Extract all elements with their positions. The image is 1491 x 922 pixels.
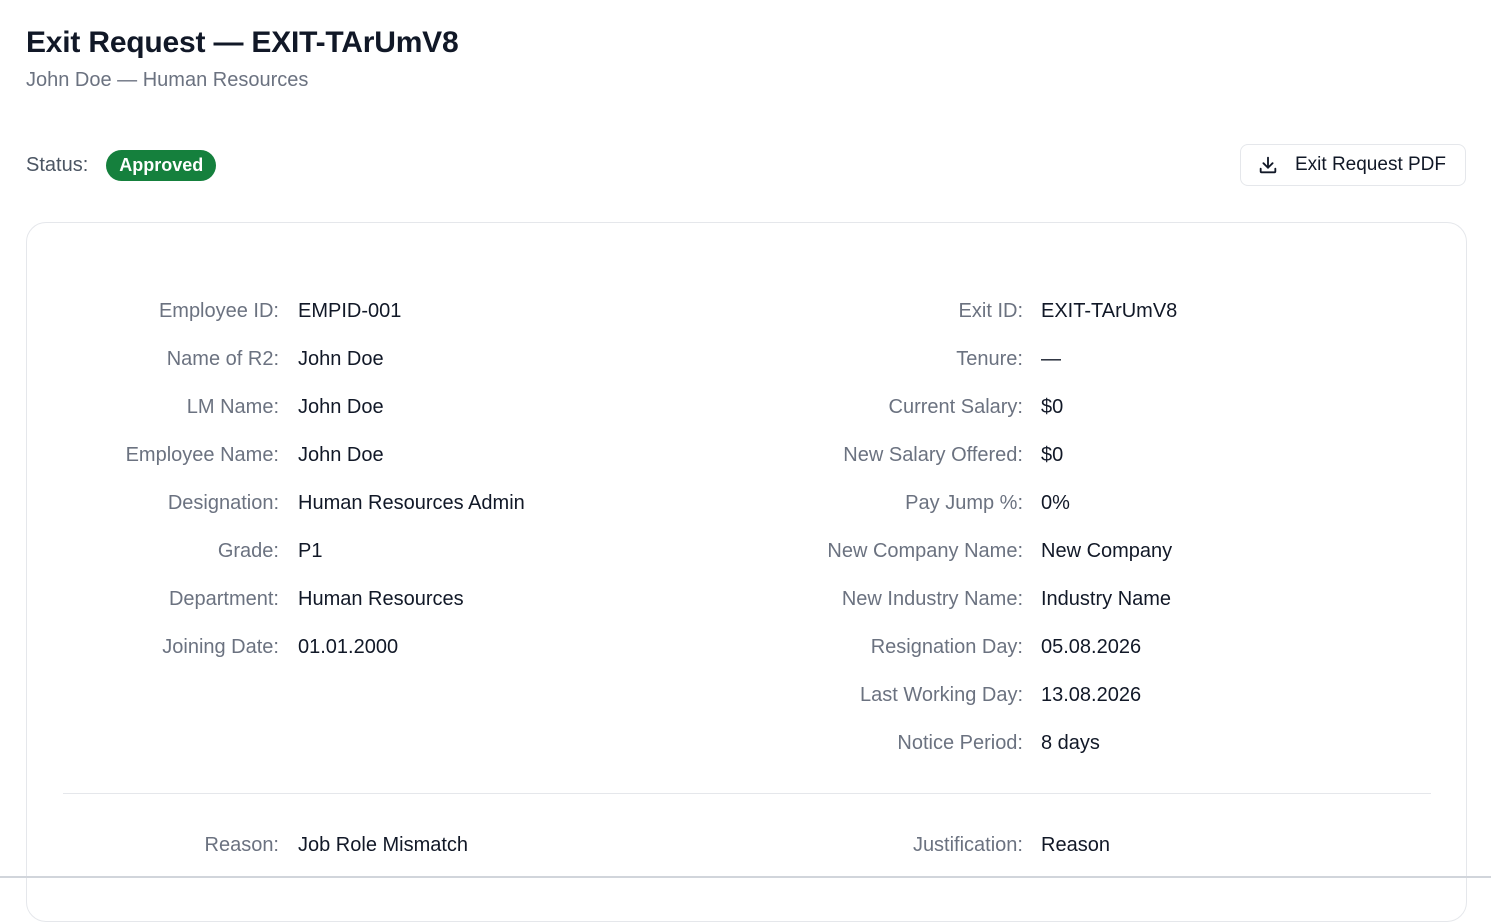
field-exit-id: Exit ID: EXIT-TArUmV8 <box>27 296 1468 326</box>
field-label: Tenure: <box>956 347 1023 370</box>
viewport-bottom-edge <box>0 876 1491 878</box>
field-notice-period: Notice Period: 8 days <box>27 728 1468 758</box>
field-label: Pay Jump %: <box>905 491 1023 514</box>
page-subtitle: John Doe — Human Resources <box>26 69 309 91</box>
field-new-industry-name: New Industry Name: Industry Name <box>27 584 1468 614</box>
field-new-company-name: New Company Name: New Company <box>27 536 1468 566</box>
field-value: 13.08.2026 <box>1041 683 1142 706</box>
status-row: Status: Approved <box>26 149 217 181</box>
field-resignation-day: Resignation Day: 05.08.2026 <box>27 632 1468 662</box>
download-icon <box>1257 154 1279 176</box>
field-label: Justification: <box>912 833 1023 856</box>
field-tenure: Tenure: — <box>27 344 1468 374</box>
status-badge: Approved <box>106 149 217 181</box>
status-label: Status: <box>26 153 89 176</box>
field-label: Resignation Day: <box>870 635 1023 658</box>
field-label: Notice Period: <box>897 731 1023 754</box>
field-last-working-day: Last Working Day: 13.08.2026 <box>27 680 1468 710</box>
page-title: Exit Request — EXIT-TArUmV8 <box>26 26 459 59</box>
pdf-button-label: Exit Request PDF <box>1295 154 1446 175</box>
field-value: 05.08.2026 <box>1041 635 1142 658</box>
field-value: — <box>1041 347 1061 370</box>
field-label: Last Working Day: <box>859 683 1023 706</box>
field-value: Reason <box>1041 833 1110 856</box>
field-value: New Company <box>1041 539 1173 562</box>
details-card: Employee ID: EMPID-001 Name of R2: John … <box>26 222 1467 922</box>
field-pay-jump: Pay Jump %: 0% <box>27 488 1468 518</box>
field-value: $0 <box>1041 443 1064 466</box>
field-value: 8 days <box>1041 731 1100 754</box>
field-value: EXIT-TArUmV8 <box>1041 299 1178 322</box>
field-label: Current Salary: <box>888 395 1024 418</box>
field-value: Industry Name <box>1041 587 1172 610</box>
field-value: $0 <box>1041 395 1064 418</box>
field-justification: Justification: Reason <box>27 830 1468 860</box>
field-new-salary-offered: New Salary Offered: $0 <box>27 440 1468 470</box>
field-label: New Industry Name: <box>841 587 1023 610</box>
field-current-salary: Current Salary: $0 <box>27 392 1468 422</box>
exit-request-pdf-button[interactable]: Exit Request PDF <box>1240 144 1466 186</box>
field-label: New Salary Offered: <box>843 443 1023 466</box>
field-label: Exit ID: <box>958 299 1023 322</box>
field-label: New Company Name: <box>827 539 1023 562</box>
field-value: 0% <box>1041 491 1070 514</box>
section-divider <box>63 793 1431 794</box>
